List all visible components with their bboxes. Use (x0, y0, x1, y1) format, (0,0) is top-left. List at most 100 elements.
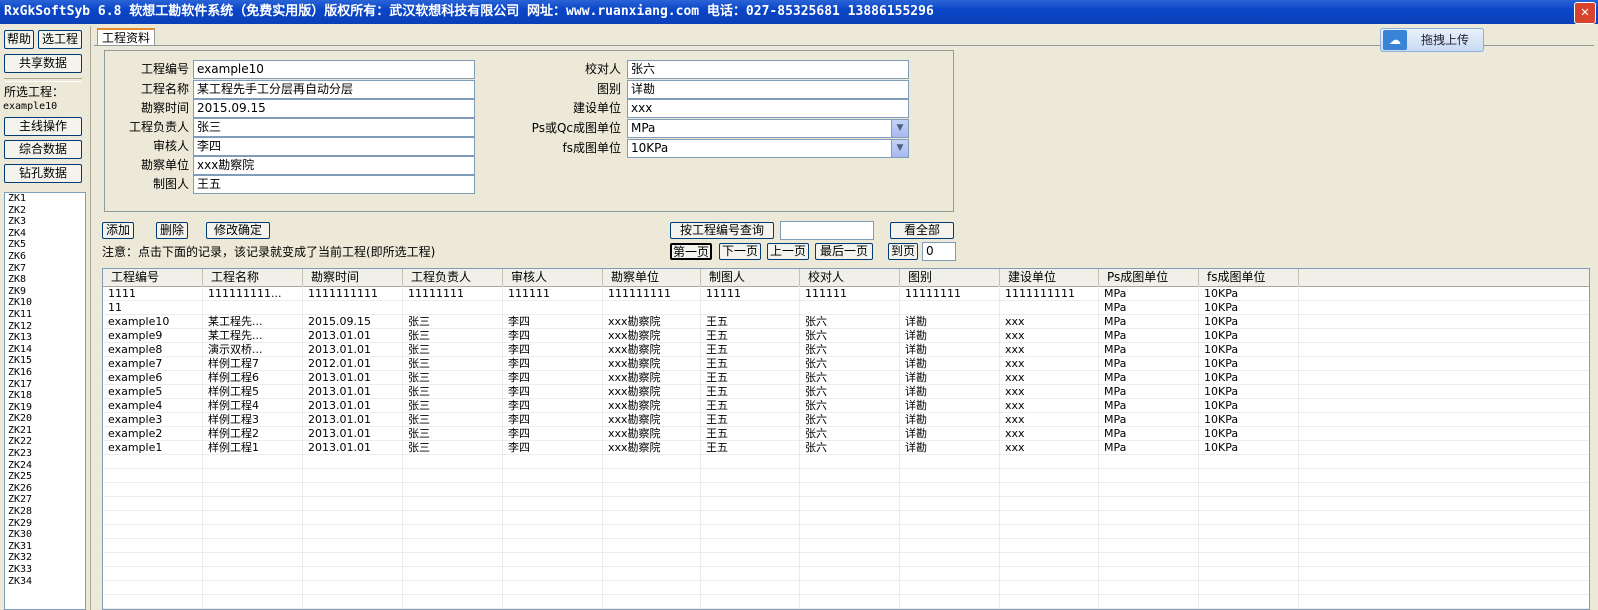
borehole-list-item[interactable]: ZK1 (8, 193, 85, 205)
borehole-list-item[interactable]: ZK7 (8, 263, 85, 275)
borehole-list-item[interactable]: ZK29 (8, 518, 85, 530)
splitter[interactable] (90, 26, 95, 610)
column-header[interactable]: 工程编号 (103, 269, 203, 286)
borehole-list-item[interactable]: ZK20 (8, 413, 85, 425)
shared-data-button[interactable]: 共享数据 (4, 54, 82, 73)
next-page-button[interactable]: 下一页 (719, 243, 761, 260)
borehole-list-item[interactable]: ZK18 (8, 390, 85, 402)
table-row[interactable]: example7 样例工程7 2012.01.01 张三 李四 xxx勘察院 王五 张六 详勘 x… (103, 357, 1589, 371)
table-row[interactable]: example5 样例工程5 2013.01.01 张三 李四 xxx勘察院 王五 张六 详勘 x… (103, 385, 1589, 399)
borehole-list-item[interactable]: ZK21 (8, 425, 85, 437)
drill-data-button[interactable]: 钻孔数据 (4, 164, 82, 183)
last-page-button[interactable]: 最后一页 (815, 243, 873, 260)
borehole-list-item[interactable]: ZK30 (8, 529, 85, 541)
query-input[interactable] (780, 221, 874, 240)
table-row[interactable] (103, 525, 1589, 539)
borehole-list-item[interactable]: ZK28 (8, 506, 85, 518)
column-header[interactable]: Ps成图单位 (1099, 269, 1199, 286)
prev-page-button[interactable]: 上一页 (767, 243, 809, 260)
add-button[interactable]: 添加 (102, 222, 134, 239)
column-header[interactable]: 图别 (900, 269, 1000, 286)
column-header[interactable]: 勘察单位 (603, 269, 701, 286)
form-right-input[interactable]: 张六 (627, 60, 909, 79)
form-left-input[interactable]: xxx勘察院 (193, 156, 475, 175)
borehole-list-item[interactable]: ZK25 (8, 471, 85, 483)
project-table[interactable]: 工程编号 工程名称 勘察时间 工程负责人 审核人 勘察单位 制图人 校对人 图别 建设单位 Ps成图… (102, 268, 1590, 610)
borehole-list-item[interactable]: ZK3 (8, 216, 85, 228)
borehole-list-item[interactable]: ZK2 (8, 205, 85, 217)
borehole-list-item[interactable]: ZK32 (8, 552, 85, 564)
table-row[interactable]: example10 某工程先... 2015.09.15 张三 李四 xxx勘察院 王五 张六… (103, 315, 1589, 329)
column-header[interactable]: 工程负责人 (403, 269, 503, 286)
main-operation-button[interactable]: 主线操作 (4, 117, 82, 136)
help-button[interactable]: 帮助 (4, 30, 34, 49)
table-row[interactable] (103, 511, 1589, 525)
borehole-list[interactable]: ZK1 ZK2 ZK3 ZK4 ZK5 ZK6 ZK7 ZK8 ZK9 ZK10 ZK11 ZK12 Z… (4, 192, 86, 610)
column-header[interactable]: 建设单位 (1000, 269, 1099, 286)
first-page-button[interactable]: 第一页 (670, 243, 712, 260)
borehole-list-item[interactable]: ZK34 (8, 576, 85, 588)
table-row[interactable] (103, 595, 1589, 609)
borehole-list-item[interactable]: ZK27 (8, 494, 85, 506)
chevron-down-icon[interactable]: ▼ (891, 120, 908, 137)
table-row[interactable] (103, 469, 1589, 483)
borehole-list-item[interactable]: ZK11 (8, 309, 85, 321)
table-row[interactable]: example2 样例工程2 2013.01.01 张三 李四 xxx勘察院 王五 张六 详勘 x… (103, 427, 1589, 441)
borehole-list-item[interactable]: ZK16 (8, 367, 85, 379)
form-right-input[interactable]: 详勘 (627, 80, 909, 99)
borehole-list-item[interactable]: ZK17 (8, 379, 85, 391)
form-right-select[interactable]: MPa ▼ (627, 119, 909, 138)
column-header[interactable]: 审核人 (503, 269, 603, 286)
form-left-input[interactable]: 李四 (193, 137, 475, 156)
column-header[interactable]: 工程名称 (203, 269, 303, 286)
borehole-list-item[interactable]: ZK15 (8, 355, 85, 367)
borehole-list-item[interactable]: ZK33 (8, 564, 85, 576)
borehole-list-item[interactable]: ZK24 (8, 460, 85, 472)
select-project-button[interactable]: 选工程 (38, 30, 82, 49)
form-left-input[interactable]: 张三 (193, 118, 475, 137)
borehole-list-item[interactable]: ZK22 (8, 436, 85, 448)
drag-upload-button[interactable]: ☁ 拖拽上传 (1380, 28, 1484, 52)
table-row[interactable] (103, 539, 1589, 553)
form-right-input[interactable]: xxx (627, 99, 909, 118)
table-row[interactable]: example1 样例工程1 2013.01.01 张三 李四 xxx勘察院 王五 张六 详勘 x… (103, 441, 1589, 455)
borehole-list-item[interactable]: ZK5 (8, 239, 85, 251)
borehole-list-item[interactable]: ZK12 (8, 321, 85, 333)
table-row[interactable] (103, 497, 1589, 511)
table-row[interactable]: 11 MPa 10KPa (103, 301, 1589, 315)
form-right-select[interactable]: 10KPa ▼ (627, 139, 909, 158)
borehole-list-item[interactable]: ZK26 (8, 483, 85, 495)
borehole-list-item[interactable]: ZK23 (8, 448, 85, 460)
borehole-list-item[interactable]: ZK4 (8, 228, 85, 240)
borehole-list-item[interactable]: ZK19 (8, 402, 85, 414)
borehole-list-item[interactable]: ZK13 (8, 332, 85, 344)
table-row[interactable]: example4 样例工程4 2013.01.01 张三 李四 xxx勘察院 王五 张六 详勘 x… (103, 399, 1589, 413)
form-left-input[interactable]: 王五 (193, 175, 475, 194)
page-number-input[interactable]: 0 (922, 242, 956, 261)
delete-button[interactable]: 删除 (156, 222, 188, 239)
table-row[interactable]: example9 某工程先... 2013.01.01 张三 李四 xxx勘察院 王五 张六 详… (103, 329, 1589, 343)
column-header[interactable]: 校对人 (800, 269, 900, 286)
borehole-list-item[interactable]: ZK10 (8, 297, 85, 309)
borehole-list-item[interactable]: ZK8 (8, 274, 85, 286)
table-row[interactable]: 1111 111111111... 1111111111 11111111 111111… (103, 287, 1589, 301)
table-row[interactable]: example3 样例工程3 2013.01.01 张三 李四 xxx勘察院 王五 张六 详勘 x… (103, 413, 1589, 427)
borehole-list-item[interactable]: ZK9 (8, 286, 85, 298)
column-header[interactable]: 勘察时间 (303, 269, 403, 286)
table-row[interactable] (103, 581, 1589, 595)
form-left-input[interactable]: example10 (193, 60, 475, 79)
table-row[interactable] (103, 483, 1589, 497)
chevron-down-icon[interactable]: ▼ (891, 140, 908, 157)
borehole-list-item[interactable]: ZK14 (8, 344, 85, 356)
borehole-list-item[interactable]: ZK6 (8, 251, 85, 263)
table-row[interactable]: example6 样例工程6 2013.01.01 张三 李四 xxx勘察院 王五 张六 详勘 x… (103, 371, 1589, 385)
close-icon[interactable]: ✕ (1574, 2, 1596, 24)
combined-data-button[interactable]: 综合数据 (4, 140, 82, 159)
table-row[interactable] (103, 455, 1589, 469)
confirm-edit-button[interactable]: 修改确定 (206, 222, 270, 239)
form-left-input[interactable]: 2015.09.15 (193, 99, 475, 118)
query-by-id-button[interactable]: 按工程编号查询 (670, 222, 774, 239)
goto-page-button[interactable]: 到页 (888, 243, 918, 260)
column-header[interactable]: 制图人 (701, 269, 800, 286)
borehole-list-item[interactable]: ZK31 (8, 541, 85, 553)
